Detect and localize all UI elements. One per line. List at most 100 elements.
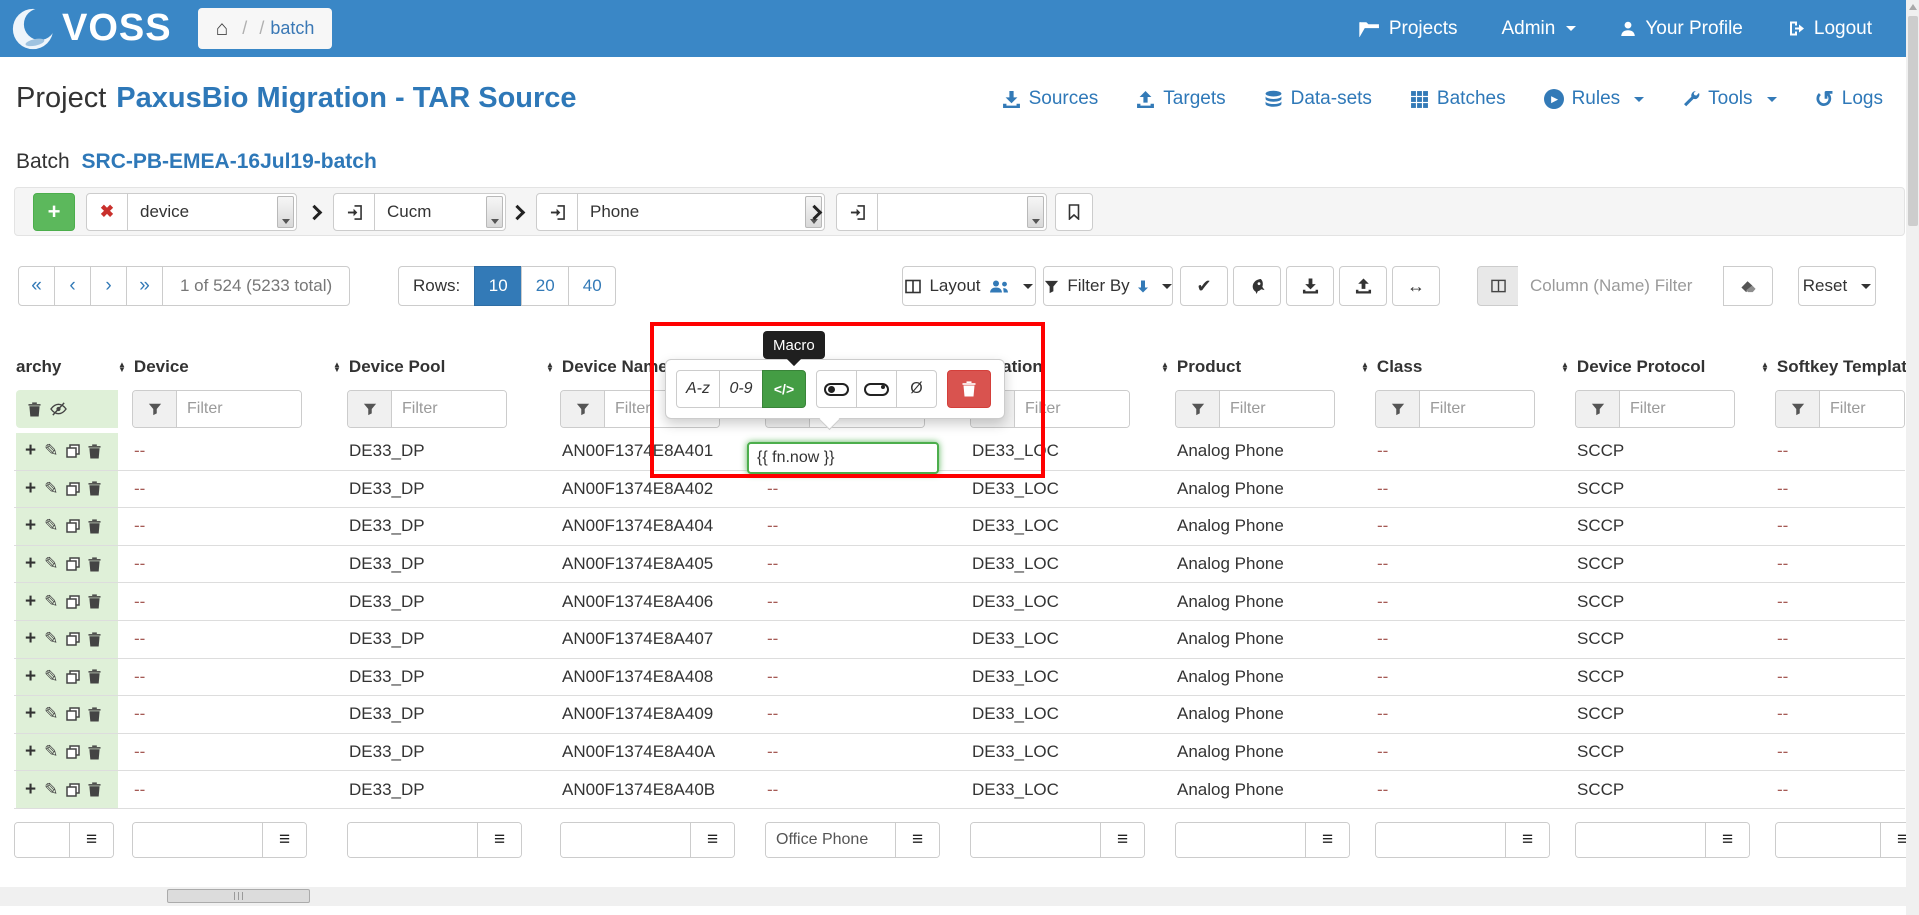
delete-row-icon[interactable] (88, 707, 101, 722)
funnel-button[interactable] (1776, 391, 1820, 427)
select-scroll-strip[interactable] (486, 196, 503, 228)
add-row-icon[interactable]: + (25, 482, 36, 496)
footer-menu-button[interactable]: ≡ (262, 823, 306, 857)
nav-projects[interactable]: Projects (1359, 18, 1458, 40)
nav-data-sets[interactable]: Data-sets (1264, 88, 1372, 110)
edit-row-icon[interactable]: ✎ (44, 592, 58, 612)
delete-row-icon[interactable] (88, 519, 101, 534)
sort-icon[interactable]: ▲▼ (1161, 362, 1169, 373)
toggle-on-button[interactable] (816, 370, 857, 408)
home-icon[interactable]: ⌂ (216, 17, 229, 41)
filter-input-device_pool[interactable] (392, 391, 506, 427)
rows-option-10[interactable]: 10 (474, 266, 522, 306)
add-row-icon[interactable]: + (25, 632, 36, 646)
numeric-button[interactable]: 0-9 (719, 370, 763, 408)
sort-icon[interactable]: ▲▼ (546, 362, 554, 373)
bookmark-button[interactable] (1055, 193, 1093, 231)
export-button[interactable] (1286, 266, 1334, 306)
edit-row-icon[interactable]: ✎ (44, 629, 58, 649)
edit-row-icon[interactable]: ✎ (44, 704, 58, 724)
vertical-scrollbar-thumb[interactable] (1908, 16, 1918, 226)
funnel-button[interactable] (348, 391, 392, 427)
footer-input-description[interactable] (766, 823, 895, 857)
sort-icon[interactable]: ▲▼ (118, 362, 126, 373)
add-row-icon[interactable]: + (25, 783, 36, 797)
column-header-actions[interactable]: archy (16, 347, 114, 387)
footer-input-device_protocol[interactable] (1576, 823, 1705, 857)
phone-select[interactable]: Phone (577, 193, 825, 231)
rows-option-20[interactable]: 20 (521, 266, 569, 306)
macro-code-button[interactable]: </> (762, 370, 806, 408)
funnel-button[interactable] (1376, 391, 1420, 427)
edit-row-icon[interactable]: ✎ (44, 667, 58, 687)
footer-input-class[interactable] (1376, 823, 1505, 857)
funnel-button[interactable] (561, 391, 605, 427)
copy-row-icon[interactable] (66, 745, 80, 759)
edit-row-icon[interactable]: ✎ (44, 554, 58, 574)
import-button[interactable] (1339, 266, 1387, 306)
nav-batches[interactable]: Batches (1410, 88, 1506, 110)
horizontal-scrollbar-thumb[interactable] (167, 889, 310, 903)
footer-input-device_pool[interactable] (348, 823, 477, 857)
filter-input-class[interactable] (1420, 391, 1534, 427)
remove-step-button[interactable]: ✖ (86, 193, 128, 231)
add-row-icon[interactable]: + (25, 519, 36, 533)
bulk-delete-icon[interactable] (28, 402, 41, 417)
delete-row-icon[interactable] (88, 594, 101, 609)
add-row-icon[interactable]: + (25, 595, 36, 609)
sign-in-icon-button[interactable] (536, 193, 578, 231)
hide-column-icon[interactable] (50, 402, 67, 416)
filter-input-device[interactable] (177, 391, 301, 427)
delete-row-icon[interactable] (88, 669, 101, 684)
footer-menu-button[interactable]: ≡ (1100, 823, 1144, 857)
first-page-button[interactable]: « (18, 266, 55, 306)
add-row-icon[interactable]: + (25, 745, 36, 759)
column-header-device_pool[interactable]: ▲▼Device Pool (333, 347, 546, 387)
edit-row-icon[interactable]: ✎ (44, 516, 58, 536)
add-row-icon[interactable]: + (25, 557, 36, 571)
copy-row-icon[interactable] (66, 444, 80, 458)
sort-icon[interactable]: ▲▼ (333, 362, 341, 373)
sign-in-icon-button[interactable] (836, 193, 878, 231)
footer-input-location[interactable] (971, 823, 1100, 857)
add-row-icon[interactable]: + (25, 444, 36, 458)
filter-by-button[interactable]: Filter By (1043, 266, 1173, 306)
sort-icon[interactable]: ▲▼ (1761, 362, 1769, 373)
edit-row-icon[interactable]: ✎ (44, 780, 58, 800)
run-button[interactable] (1233, 266, 1281, 306)
column-header-product[interactable]: ▲▼Product (1161, 347, 1361, 387)
copy-row-icon[interactable] (66, 707, 80, 721)
delete-row-icon[interactable] (88, 444, 101, 459)
footer-menu-button[interactable]: ≡ (477, 823, 521, 857)
null-button[interactable]: Ø (896, 370, 937, 408)
add-row-icon[interactable]: + (25, 707, 36, 721)
horizontal-scrollbar[interactable] (0, 887, 1906, 906)
apply-button[interactable]: ✔ (1180, 266, 1228, 306)
sort-icon[interactable]: ▲▼ (1361, 362, 1369, 373)
filter-input-softkey_template[interactable] (1820, 391, 1904, 427)
add-step-button[interactable]: + (33, 193, 75, 231)
edit-row-icon[interactable]: ✎ (44, 479, 58, 499)
toggle-off-button[interactable] (856, 370, 897, 408)
delete-row-icon[interactable] (88, 481, 101, 496)
copy-row-icon[interactable] (66, 632, 80, 646)
cucm-select[interactable]: Cucm (374, 193, 506, 231)
delete-row-icon[interactable] (88, 632, 101, 647)
select-scroll-strip[interactable] (1027, 196, 1044, 228)
nav-tools[interactable]: Tools (1682, 88, 1776, 110)
footer-input-device[interactable] (133, 823, 262, 857)
layout-button[interactable]: Layout (902, 266, 1036, 306)
last-page-button[interactable]: » (126, 266, 163, 306)
nav-targets[interactable]: Targets (1136, 88, 1225, 110)
nav-rules[interactable]: ▶ Rules (1544, 88, 1645, 110)
filter-input-product[interactable] (1220, 391, 1334, 427)
copy-row-icon[interactable] (66, 670, 80, 684)
sign-in-icon-button[interactable] (333, 193, 375, 231)
copy-row-icon[interactable] (66, 482, 80, 496)
delete-row-icon[interactable] (88, 745, 101, 760)
funnel-button[interactable] (1176, 391, 1220, 427)
filter-input-location[interactable] (1015, 391, 1129, 427)
footer-input-actions[interactable] (15, 823, 69, 857)
copy-row-icon[interactable] (66, 557, 80, 571)
expand-columns-button[interactable]: ↔ (1392, 266, 1440, 306)
